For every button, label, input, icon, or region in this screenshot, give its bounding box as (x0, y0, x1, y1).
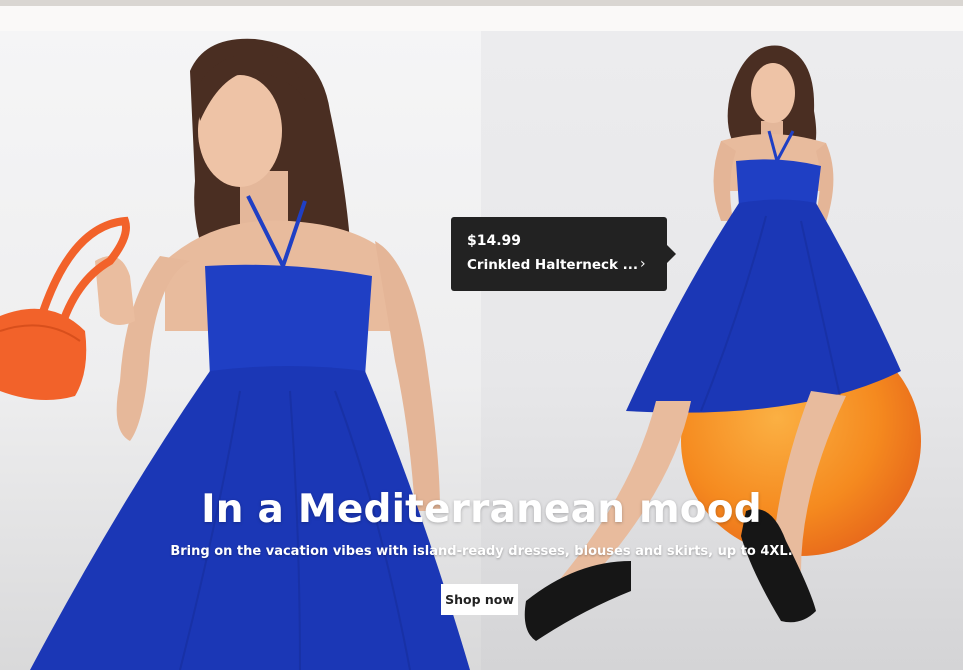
hero-image-right[interactable] (481, 31, 963, 670)
shop-now-button[interactable]: Shop now (441, 584, 518, 615)
hero-image-left[interactable] (0, 31, 481, 670)
chevron-right-icon: › (640, 256, 646, 272)
product-price-tag[interactable]: $14.99 Crinkled Halterneck ... › (451, 217, 676, 291)
top-strip (0, 6, 963, 31)
model-on-ball-illustration (524, 45, 921, 641)
hero-banner[interactable]: $14.99 Crinkled Halterneck ... › In a Me… (0, 31, 963, 670)
model-with-bag-illustration (0, 38, 470, 670)
product-price: $14.99 (467, 233, 522, 249)
hero-subline: Bring on the vacation vibes with island-… (170, 544, 793, 559)
product-name: Crinkled Halterneck ... (467, 257, 639, 273)
hero-headline: In a Mediterranean mood (201, 487, 762, 532)
